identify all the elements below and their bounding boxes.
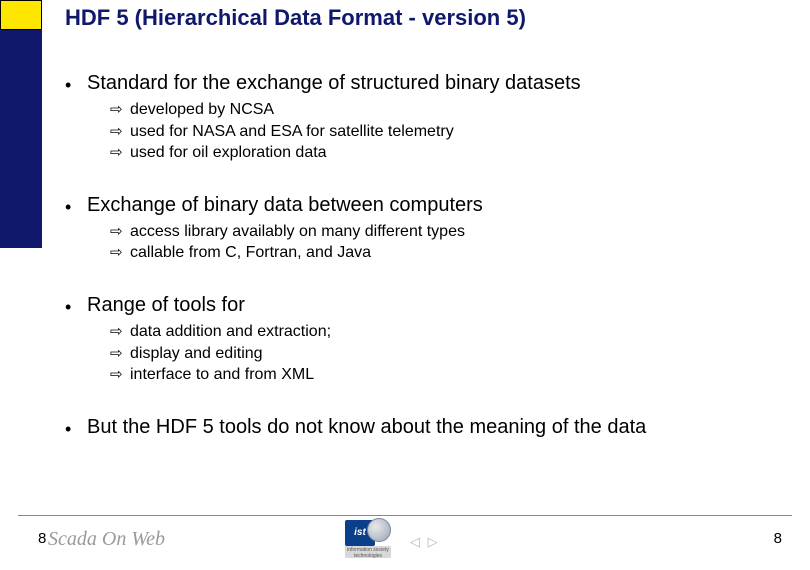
- arrow-right-icon: ⇨: [110, 100, 130, 120]
- sub-list: ⇨ data addition and extraction; ⇨ displa…: [110, 321, 785, 386]
- bullet-dot-icon: •: [65, 298, 87, 316]
- bullet-dot-icon: •: [65, 198, 87, 216]
- accent-bar-blue: [0, 30, 42, 248]
- sub-item: ⇨ developed by NCSA: [110, 99, 785, 121]
- slide-title: HDF 5 (Hierarchical Data Format - versio…: [65, 5, 526, 31]
- sub-list: ⇨ developed by NCSA ⇨ used for NASA and …: [110, 99, 785, 164]
- arrow-right-icon: ⇨: [110, 122, 130, 142]
- nav-arrows-icon: ◁ ▷: [410, 534, 440, 550]
- bullet-point: • Standard for the exchange of structure…: [65, 72, 785, 95]
- bullet-point: • But the HDF 5 tools do not know about …: [65, 416, 785, 439]
- globe-icon: [367, 518, 391, 542]
- sub-list: ⇨ access library availably on many diffe…: [110, 221, 785, 264]
- slide-content: • Standard for the exchange of structure…: [65, 72, 785, 439]
- sub-item: ⇨ callable from C, Fortran, and Java: [110, 242, 785, 264]
- sub-item: ⇨ used for NASA and ESA for satellite te…: [110, 121, 785, 143]
- arrow-right-icon: ⇨: [110, 322, 130, 342]
- sub-text: access library availably on many differe…: [130, 221, 465, 243]
- ist-logo: ist information society technologies: [345, 520, 399, 560]
- sub-item: ⇨ interface to and from XML: [110, 364, 785, 386]
- arrow-right-icon: ⇨: [110, 243, 130, 263]
- brand-logo-text: Scada On Web: [48, 528, 165, 551]
- bullet-point: • Exchange of binary data between comput…: [65, 194, 785, 217]
- arrow-right-icon: ⇨: [110, 365, 130, 385]
- bullet-text: But the HDF 5 tools do not know about th…: [87, 416, 646, 439]
- sub-text: used for NASA and ESA for satellite tele…: [130, 121, 454, 143]
- sub-item: ⇨ data addition and extraction;: [110, 321, 785, 343]
- bullet-text: Standard for the exchange of structured …: [87, 72, 581, 95]
- sub-item: ⇨ access library availably on many diffe…: [110, 221, 785, 243]
- bullet-dot-icon: •: [65, 76, 87, 94]
- accent-box-yellow: [0, 0, 42, 30]
- page-number-left: 8: [38, 530, 46, 547]
- sub-text: callable from C, Fortran, and Java: [130, 242, 371, 264]
- bullet-text: Range of tools for: [87, 294, 245, 317]
- page-number-right: 8: [774, 530, 782, 547]
- sub-text: used for oil exploration data: [130, 142, 327, 164]
- bullet-text: Exchange of binary data between computer…: [87, 194, 483, 217]
- arrow-right-icon: ⇨: [110, 344, 130, 364]
- sub-text: data addition and extraction;: [130, 321, 331, 343]
- arrow-right-icon: ⇨: [110, 143, 130, 163]
- footer-divider: [18, 515, 792, 516]
- sub-item: ⇨ used for oil exploration data: [110, 142, 785, 164]
- sub-text: interface to and from XML: [130, 364, 314, 386]
- bullet-dot-icon: •: [65, 420, 87, 438]
- ist-logo-subtitle: information society technologies: [345, 546, 391, 558]
- sub-item: ⇨ display and editing: [110, 343, 785, 365]
- bullet-point: • Range of tools for: [65, 294, 785, 317]
- arrow-right-icon: ⇨: [110, 222, 130, 242]
- sub-text: display and editing: [130, 343, 263, 365]
- sub-text: developed by NCSA: [130, 99, 274, 121]
